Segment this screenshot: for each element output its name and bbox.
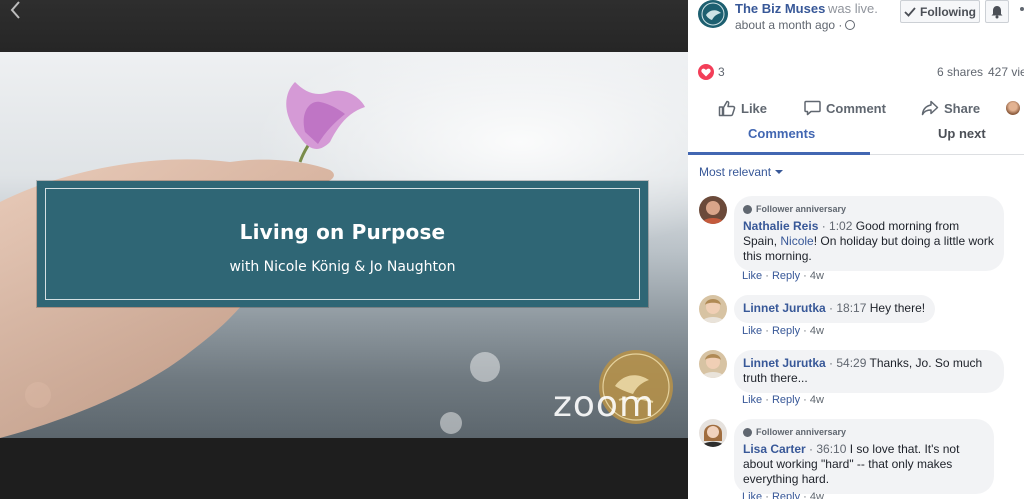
comment-meta: Like · Reply · 4w	[742, 491, 824, 499]
comment-text: Lisa Carter · 36:10 I so love that. It's…	[743, 442, 984, 487]
commenter-avatar[interactable]	[699, 196, 727, 224]
share-label: Share	[944, 100, 981, 116]
title-banner: Living on Purpose with Nicole König & Jo…	[37, 181, 648, 307]
post-stats: 3 6 shares 427 vie	[688, 62, 1024, 82]
comment-author[interactable]: Nathalie Reis	[743, 219, 818, 233]
comment-author[interactable]: Linnet Jurutka	[743, 301, 826, 315]
comment-bubble: Linnet Jurutka · 54:29 Thanks, Jo. So mu…	[734, 350, 1004, 393]
back-chevron-icon[interactable]	[6, 0, 26, 22]
more-options-icon[interactable]	[1020, 7, 1024, 11]
panel-tabs: Comments Up next	[688, 124, 1024, 155]
comment-reply-link[interactable]: Reply	[772, 325, 800, 337]
comment-like-link[interactable]: Like	[742, 325, 762, 337]
commenter-avatar[interactable]	[699, 419, 727, 447]
comment-video-timestamp[interactable]: · 36:10	[809, 442, 846, 456]
comment-bubble: Follower anniversary Nathalie Reis · 1:0…	[734, 196, 1004, 271]
shares-count[interactable]: 6 shares	[937, 65, 983, 79]
follower-badge: Follower anniversary	[743, 202, 994, 217]
sort-label: Most relevant	[699, 165, 772, 179]
badge-label: Follower anniversary	[756, 204, 847, 214]
comment-bubble: Follower anniversary Lisa Carter · 36:10…	[734, 419, 994, 494]
comment-like-link[interactable]: Like	[742, 491, 762, 499]
heart-icon	[701, 68, 711, 76]
timestamp-text[interactable]: about a month ago ·	[735, 18, 842, 32]
comment-label: Comment	[826, 100, 886, 116]
comment-meta: Like · Reply · 4w	[742, 270, 824, 282]
comment-video-timestamp[interactable]: · 18:17	[829, 301, 866, 315]
comment-text: Linnet Jurutka · 54:29 Thanks, Jo. So mu…	[743, 356, 994, 386]
tab-up-next[interactable]: Up next	[938, 126, 986, 141]
share-button[interactable]: Share	[921, 96, 980, 120]
zoom-watermark: zoom	[553, 384, 656, 425]
post-timestamp[interactable]: about a month ago ·	[735, 18, 856, 32]
share-arrow-icon	[921, 100, 939, 116]
avatar-photo	[699, 419, 727, 447]
thumbs-up-icon	[718, 100, 736, 116]
comment-body: Hey there!	[866, 301, 926, 315]
viewer-avatar[interactable]	[1006, 101, 1020, 115]
comment-reply-link[interactable]: Reply	[772, 491, 800, 499]
comment-sort-dropdown[interactable]: Most relevant	[699, 165, 784, 179]
comment-text: Nathalie Reis · 1:02 Good morning from S…	[743, 219, 994, 264]
comment-reply-link[interactable]: Reply	[772, 394, 800, 406]
comment-author[interactable]: Linnet Jurutka	[743, 356, 826, 370]
live-status-text: was live.	[828, 1, 878, 16]
comment-age[interactable]: 4w	[810, 325, 824, 337]
avatar-photo	[699, 295, 727, 323]
comment-video-timestamp[interactable]: · 1:02	[822, 219, 853, 233]
post-side-panel: The Biz Muses was live. about a month ag…	[688, 0, 1024, 499]
post-actions: Like Comment Share	[688, 96, 1024, 120]
facebook-live-viewer: Living on Purpose with Nicole König & Jo…	[0, 0, 1024, 499]
comment-text: Linnet Jurutka · 18:17 Hey there!	[743, 301, 925, 316]
comment-button[interactable]: Comment	[804, 96, 886, 120]
page-name-link[interactable]: The Biz Muses	[735, 1, 825, 16]
love-reaction-icon[interactable]	[698, 64, 714, 80]
comment-age[interactable]: 4w	[810, 394, 824, 406]
video-frame[interactable]: Living on Purpose with Nicole König & Jo…	[0, 52, 688, 438]
badge-icon	[743, 428, 752, 437]
video-top-bar	[0, 0, 688, 52]
globe-icon	[845, 20, 856, 30]
comment-meta: Like · Reply · 4w	[742, 394, 824, 406]
banner-subtitle: with Nicole König & Jo Naughton	[229, 259, 456, 275]
comment-like-link[interactable]: Like	[742, 394, 762, 406]
comment-reply-link[interactable]: Reply	[772, 270, 800, 282]
comment-age[interactable]: 4w	[810, 491, 824, 499]
comment-author[interactable]: Lisa Carter	[743, 442, 806, 456]
like-button[interactable]: Like	[718, 96, 767, 120]
follower-badge: Follower anniversary	[743, 425, 984, 440]
comment-age[interactable]: 4w	[810, 270, 824, 282]
following-label: Following	[920, 4, 976, 19]
mention-link[interactable]: Nicole	[780, 234, 813, 248]
checkmark-icon	[904, 6, 916, 17]
like-label: Like	[741, 100, 768, 116]
comment-bubble: Linnet Jurutka · 18:17 Hey there!	[734, 295, 936, 323]
comment-like-link[interactable]: Like	[742, 270, 762, 282]
comment-bubble-icon	[804, 100, 821, 116]
notifications-button[interactable]	[985, 0, 1009, 23]
caret-down-icon	[775, 170, 784, 174]
badge-icon	[743, 205, 752, 214]
banner-border	[45, 188, 640, 300]
bell-icon	[991, 5, 1003, 18]
avatar-photo	[699, 196, 727, 224]
reaction-count[interactable]: 3	[718, 65, 725, 79]
video-bottom-bar	[0, 438, 688, 499]
following-button[interactable]: Following	[900, 0, 980, 23]
video-player[interactable]: Living on Purpose with Nicole König & Jo…	[0, 0, 688, 499]
commenter-avatar[interactable]	[699, 350, 727, 378]
active-tab-indicator	[688, 152, 870, 155]
badge-label: Follower anniversary	[756, 427, 847, 437]
page-avatar[interactable]	[698, 0, 728, 28]
page-logo-icon	[701, 2, 725, 26]
avatar-photo	[699, 350, 727, 378]
comment-meta: Like · Reply · 4w	[742, 325, 824, 337]
banner-title: Living on Purpose	[239, 220, 446, 244]
comment-video-timestamp[interactable]: · 54:29	[829, 356, 866, 370]
tab-comments[interactable]: Comments	[748, 126, 815, 141]
views-count: 427 vie	[988, 65, 1024, 79]
commenter-avatar[interactable]	[699, 295, 727, 323]
